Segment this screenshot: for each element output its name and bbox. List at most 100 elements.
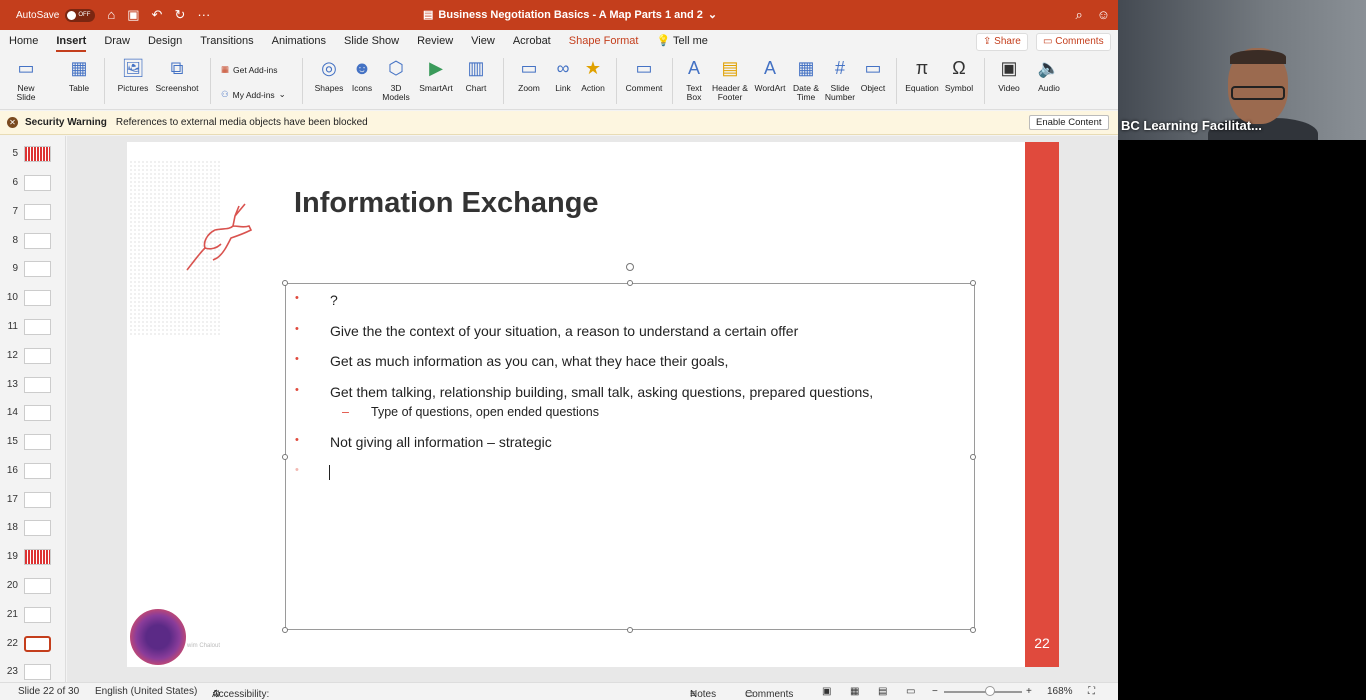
screenshot-button[interactable]: ⧉ Screenshot (154, 56, 200, 93)
action-button[interactable]: ★ Action (578, 56, 608, 93)
slide-thumbnail[interactable]: 8 (0, 232, 66, 252)
enable-content-button[interactable]: Enable Content (1029, 115, 1109, 130)
tab-animations[interactable]: Animations (263, 30, 335, 52)
slide-thumbnail[interactable]: 21 (0, 606, 66, 626)
bullet-item: •? (295, 292, 338, 308)
undo-icon[interactable]: ↶ (152, 7, 163, 23)
zoom-level[interactable]: 168% (1047, 686, 1073, 697)
tab-insert[interactable]: Insert (47, 30, 95, 52)
3d-models-button[interactable]: ⬡ 3D Models (378, 56, 414, 102)
slide-thumbnail[interactable]: 23 (0, 663, 66, 683)
tab-shape-format[interactable]: Shape Format (560, 30, 648, 52)
slide-thumbnail[interactable]: 19 (0, 548, 66, 568)
my-addins-button[interactable]: ⚇ My Add-ins ⌄ (221, 89, 286, 100)
symbol-button[interactable]: Ω Symbol (944, 56, 974, 93)
tab-draw[interactable]: Draw (95, 30, 139, 52)
zoom-slider-thumb[interactable] (985, 686, 995, 696)
slide-thumbnail[interactable]: 13 (0, 376, 66, 396)
chart-button[interactable]: ▥ Chart (460, 56, 492, 93)
tab-acrobat[interactable]: Acrobat (504, 30, 560, 52)
tab-transitions[interactable]: Transitions (191, 30, 262, 52)
slide-thumbnail[interactable]: 16 (0, 462, 66, 482)
icons-button[interactable]: ☻ Icons (348, 56, 376, 93)
resize-handle[interactable] (970, 627, 976, 633)
normal-view-icon[interactable]: ▣ (822, 686, 831, 697)
shapes-button[interactable]: ◎ Shapes (312, 56, 346, 93)
language-indicator[interactable]: English (United States) (95, 686, 197, 697)
wordart-button[interactable]: A WordArt (752, 56, 788, 93)
comments-button[interactable]: ▭ Comments (1036, 33, 1111, 51)
slide-thumbnail[interactable]: 18 (0, 519, 66, 539)
zoom-out-icon[interactable]: − (932, 686, 938, 697)
resize-handle[interactable] (627, 280, 633, 286)
zoom-slider[interactable] (944, 691, 1022, 693)
slide-thumbnail[interactable]: 14 (0, 404, 66, 424)
smartart-button[interactable]: ▶ SmartArt (416, 56, 456, 93)
resize-handle[interactable] (970, 454, 976, 460)
resize-handle[interactable] (282, 454, 288, 460)
close-icon[interactable]: ✕ (7, 117, 18, 128)
bullet-icon: • (295, 323, 299, 335)
date-time-button[interactable]: ▦ Date & Time (790, 56, 822, 102)
fit-to-window-icon[interactable]: ⛶ (1088, 686, 1095, 697)
slide-thumbnail[interactable]: 10 (0, 289, 66, 309)
tab-review[interactable]: Review (408, 30, 462, 52)
slide-thumbnail[interactable]: 17 (0, 491, 66, 511)
tab-view[interactable]: View (462, 30, 504, 52)
reading-view-icon[interactable]: ▤ (878, 686, 887, 697)
home-icon[interactable]: ⌂ (107, 7, 115, 23)
slide-thumbnail[interactable]: 20 (0, 577, 66, 597)
slide-thumbnail-selected[interactable]: 22 (0, 635, 66, 655)
pictures-button[interactable]: 🖼 Pictures (114, 56, 152, 93)
header-footer-button[interactable]: ▤ Header & Footer (710, 56, 750, 102)
slide-thumbnail[interactable]: 11 (0, 318, 66, 338)
slide-thumbnail[interactable]: 15 (0, 433, 66, 453)
save-icon[interactable]: ▣ (127, 7, 139, 23)
video-button[interactable]: ▣ Video (994, 56, 1024, 93)
autosave[interactable]: AutoSave OFF (16, 8, 96, 22)
resize-handle[interactable] (970, 280, 976, 286)
bullet-item: • Give the the context of your situation,… (295, 323, 799, 339)
tab-tell-me[interactable]: 💡 Tell me (647, 30, 716, 52)
table-button[interactable]: ▦ Table (62, 56, 96, 93)
tab-home[interactable]: Home (0, 30, 47, 52)
more-icon[interactable]: ··· (197, 7, 210, 23)
rotate-handle-icon[interactable] (626, 263, 634, 271)
account-icon[interactable]: ☺ (1097, 7, 1110, 23)
new-slide-button[interactable]: ▭ New Slide (8, 56, 44, 102)
zoom-button[interactable]: ▭ Zoom (512, 56, 546, 93)
slide-thumbnail[interactable]: 6 (0, 174, 66, 194)
equation-button[interactable]: π Equation (904, 56, 940, 93)
slide-sorter-icon[interactable]: ▦ (850, 686, 859, 697)
slide-thumbnail[interactable]: 9 (0, 260, 66, 280)
object-button[interactable]: ▭ Object (858, 56, 888, 93)
audio-button[interactable]: 🔈 Audio (1034, 56, 1064, 93)
zoom-in-icon[interactable]: + (1026, 686, 1032, 697)
document-title[interactable]: ▤ Business Negotiation Basics - A Map Pa… (423, 8, 717, 22)
resize-handle[interactable] (282, 280, 288, 286)
slide[interactable]: Information Exchange •? • Give the the co… (127, 142, 1059, 667)
slide-number-button[interactable]: # Slide Number (823, 56, 857, 102)
resize-handle[interactable] (282, 627, 288, 633)
autosave-toggle[interactable]: OFF (65, 8, 96, 22)
slide-thumbnail[interactable]: 12 (0, 347, 66, 367)
redo-icon[interactable]: ↻ (174, 7, 185, 23)
slide-preview (24, 233, 51, 249)
comment-button[interactable]: ▭ Comment (624, 56, 664, 93)
text-box-icon: A (687, 57, 700, 78)
slide-thumbnail[interactable]: 5 (0, 145, 66, 165)
link-button[interactable]: ∞ Link (550, 56, 576, 93)
text-box-selected[interactable]: •? • Give the the context of your situati… (282, 263, 976, 633)
text-box-button[interactable]: A Text Box (680, 56, 708, 102)
get-addins-button[interactable]: ▦ Get Add-ins (221, 64, 277, 75)
pictures-icon: 🖼 (121, 57, 145, 78)
slide-thumbnail[interactable]: 7 (0, 203, 66, 223)
tab-slide-show[interactable]: Slide Show (335, 30, 408, 52)
screenshot-icon: ⧉ (170, 57, 184, 78)
slide-title[interactable]: Information Exchange (294, 187, 599, 220)
tab-design[interactable]: Design (139, 30, 191, 52)
resize-handle[interactable] (627, 627, 633, 633)
slideshow-icon[interactable]: ▭ (906, 686, 915, 697)
search-icon[interactable]: ⌕ (1075, 7, 1082, 23)
share-button[interactable]: ⇪ Share (976, 33, 1028, 51)
